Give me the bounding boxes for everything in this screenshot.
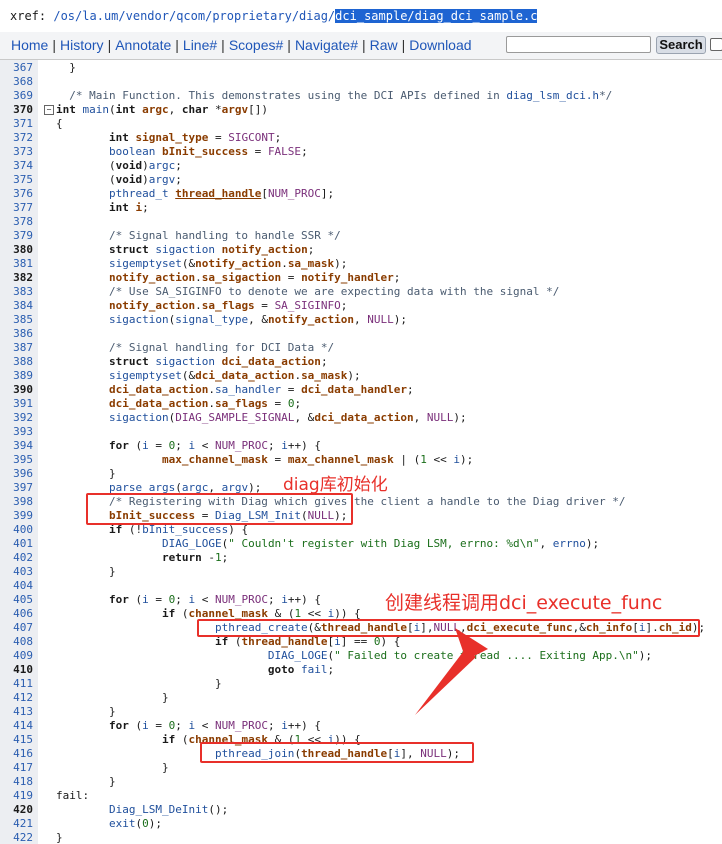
nav-history-link[interactable]: History (60, 37, 104, 53)
path-segment-la-um[interactable]: /la.um (75, 9, 118, 23)
nav-separator: | (401, 37, 406, 53)
path-segment-proprietary[interactable]: /proprietary (205, 9, 292, 23)
top-navbar: Home | History | Annotate | Line# | Scopes# | Navi… (0, 32, 722, 60)
annotation-arrow-head (455, 628, 488, 660)
source-code-view: 367 } 368 369 /* Main Function. This demon… (0, 60, 722, 844)
nav-scopes-toggle[interactable]: Scopes# (229, 37, 283, 53)
search-option-checkbox[interactable] (710, 38, 722, 51)
nav-raw-link[interactable]: Raw (370, 37, 398, 53)
nav-separator: | (287, 37, 291, 53)
path-selected-file[interactable]: dci_sample/diag_dci_sample.c (335, 9, 538, 23)
nav-annotate-link[interactable]: Annotate (115, 37, 171, 53)
xref-label: xref: (10, 9, 47, 23)
path-segment-os[interactable]: /os (53, 9, 75, 23)
nav-separator: | (361, 37, 366, 53)
nav-separator: | (221, 37, 225, 53)
nav-navigate-toggle[interactable]: Navigate# (295, 37, 358, 53)
nav-home-link[interactable]: Home (11, 37, 48, 53)
search-button[interactable]: Search (656, 36, 706, 54)
nav-line-number-toggle[interactable]: Line# (183, 37, 217, 53)
path-segment-diag[interactable]: /diag/ (292, 9, 335, 23)
nav-separator: | (107, 37, 112, 53)
nav-download-link[interactable]: Download (409, 37, 471, 53)
path-segment-vendor[interactable]: /vendor (118, 9, 169, 23)
nav-separator: | (175, 37, 179, 53)
search-input[interactable] (506, 36, 651, 53)
xref-breadcrumb: xref: /os/la.um/vendor/qcom/proprietary/… (0, 0, 722, 32)
annotation-arrow (415, 628, 488, 715)
nav-separator: | (52, 37, 56, 53)
path-segment-qcom[interactable]: /qcom (169, 9, 205, 23)
